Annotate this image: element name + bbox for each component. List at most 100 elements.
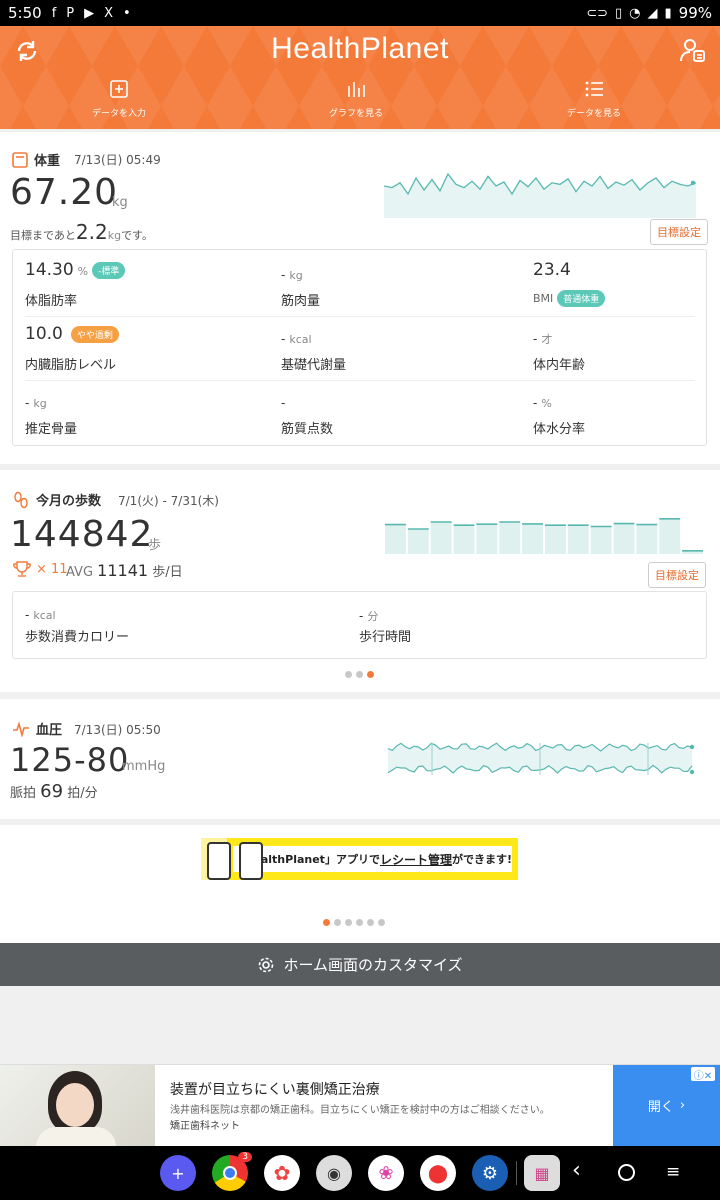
nav-view-graph[interactable]: グラフを見る: [281, 78, 431, 119]
camera-app-icon[interactable]: ◉: [316, 1155, 352, 1191]
settings-app-icon[interactable]: ⚙: [472, 1155, 508, 1191]
nav-view-data[interactable]: データを見る: [519, 78, 669, 119]
steps-page-dots[interactable]: [345, 671, 374, 678]
heartbeat-icon: [13, 720, 29, 737]
steps-goal-button[interactable]: 目標設定: [648, 562, 706, 588]
steps-bar: [545, 525, 566, 554]
sparkline-last-point: [690, 180, 696, 185]
metric-value: 10.0: [25, 324, 63, 344]
chrome-app-icon[interactable]: 3: [212, 1152, 252, 1191]
ad-source: 矯正歯科ネット: [170, 1121, 240, 1132]
bar-chart-icon: [348, 82, 365, 97]
metric-label: 内臓脂肪レベル: [25, 358, 117, 373]
user-settings-icon[interactable]: [678, 36, 708, 66]
promo-banner[interactable]: 「HealthPlanet」アプリで レシート管理 ができます!: [201, 838, 518, 880]
page-dot[interactable]: [356, 919, 363, 926]
phone-illustration: [201, 838, 263, 880]
dot-icon: •: [123, 5, 131, 21]
page-dot-active[interactable]: [323, 919, 330, 926]
weight-card[interactable]: 体重 7/13(日) 05:49 67.20 kg 目標まであと2.2kgです。…: [0, 132, 720, 464]
metric-cell: 10.0 やや過剰 内臓脂肪レベル: [25, 318, 265, 382]
metric-step-calories: - kcal 歩数消費カロリー: [25, 608, 130, 645]
nav-graph-label: グラフを見る: [328, 109, 383, 119]
steps-bar: [590, 526, 612, 554]
page-dot[interactable]: [345, 919, 352, 926]
metric-cell: -% 体水分率: [533, 382, 720, 446]
metric-value: -: [533, 396, 538, 410]
bp-chart: [387, 742, 695, 775]
metric-value: -: [281, 396, 286, 410]
page-dot[interactable]: [367, 919, 374, 926]
goal-remaining: 目標まであと2.2kgです。: [10, 220, 153, 244]
metric-cell: - 筋質点数: [281, 382, 521, 446]
steps-bar: [636, 524, 658, 554]
chevron-right-icon: ›: [679, 1098, 686, 1113]
steps-bar: [385, 524, 406, 554]
steps-bar: [613, 523, 635, 554]
metric-label: BMI: [533, 292, 554, 305]
ad-info-icon[interactable]: ⓘ✕: [691, 1067, 715, 1082]
blood-pressure-card[interactable]: 血圧 7/13(日) 05:50 125-80 mmHg 脈拍 69 拍/分: [0, 699, 720, 819]
status-badge: -標準: [92, 261, 126, 279]
steps-bar-chart: [385, 518, 703, 554]
bp-last-point: [689, 744, 695, 750]
nav-input-label: データを入力: [91, 109, 146, 119]
trophy-count: × 11: [12, 560, 68, 578]
steps-avg: AVG 11141 歩/日: [66, 561, 183, 580]
metric-value: 14.30: [25, 260, 74, 280]
page-dot[interactable]: [345, 671, 352, 678]
nav-input-data[interactable]: データを入力: [44, 78, 194, 119]
home-button[interactable]: [618, 1164, 635, 1181]
page-dot[interactable]: [334, 919, 341, 926]
ad-image: [0, 1065, 155, 1147]
photos-app-icon[interactable]: ✿: [264, 1155, 300, 1191]
ad-description: 浅井歯科医院は京都の矯正歯科。目立ちにくい矯正を検討中の方はご相談ください。: [170, 1105, 550, 1116]
list-icon: [585, 81, 603, 97]
messenger-app-icon[interactable]: +: [160, 1155, 196, 1191]
metric-cell: 23.4 BMI 普通体重: [533, 254, 720, 318]
steps-bar: [499, 522, 521, 554]
banner-text: 「HealthPlanet」アプリで レシート管理 ができます!: [233, 846, 512, 872]
scale-icon: [12, 151, 28, 168]
banner-page-dots[interactable]: [323, 919, 385, 926]
steps-metrics-grid: - kcal 歩数消費カロリー -分 歩行時間: [12, 591, 707, 659]
bixby-app-icon[interactable]: ❀: [368, 1155, 404, 1191]
trophy-icon: [13, 561, 31, 577]
metric-cell: - kcal 基礎代謝量: [281, 318, 521, 382]
steps-bar: [659, 518, 681, 554]
link-icon: ⊂⊃: [586, 5, 608, 21]
customize-home-button[interactable]: ホーム画面のカスタマイズ: [0, 943, 720, 986]
weight-value: 67.20: [10, 172, 119, 213]
app-drawer-icon[interactable]: ▦: [524, 1155, 560, 1191]
steps-bar: [407, 529, 429, 554]
metric-value: 23.4: [533, 260, 571, 280]
metric-value: -: [25, 396, 30, 410]
page-dot[interactable]: [378, 919, 385, 926]
gear-icon: [259, 957, 274, 972]
metric-value: -: [281, 268, 286, 282]
metric-unit: kcal: [289, 333, 312, 346]
metric-value: -: [533, 332, 538, 346]
back-button[interactable]: ‹: [572, 1158, 581, 1183]
steps-card[interactable]: 今月の歩数 7/1(火) - 7/31(木) 144842 歩 × 11 AVG…: [0, 470, 720, 692]
page-dot-active[interactable]: [367, 671, 374, 678]
metric-unit: 才: [541, 333, 553, 346]
recents-button[interactable]: ≡: [666, 1162, 680, 1182]
metric-label: 体脂肪率: [25, 294, 78, 309]
page-dot[interactable]: [356, 671, 363, 678]
steps-title: 今月の歩数: [12, 490, 101, 509]
weight-date: 7/13(日) 05:49: [74, 153, 161, 167]
vibrate-icon: ▯: [615, 5, 623, 21]
steps-bar: [453, 525, 475, 554]
status-bar: 5:50 f P ▶ X • ⊂⊃ ▯ ◔ ◢ ▮ 99%: [0, 0, 720, 26]
youtube-icon: ▶: [84, 5, 95, 21]
wifi-icon: ◔: [629, 5, 641, 21]
weight-goal-button[interactable]: 目標設定: [650, 219, 708, 245]
metric-cell: - 才体内年齢: [533, 318, 720, 382]
notification-badge: 3: [238, 1152, 252, 1162]
ad-banner[interactable]: 装置が目立ちにくい裏側矯正治療 浅井歯科医院は京都の矯正歯科。目立ちにくい矯正を…: [0, 1064, 720, 1147]
maps-app-icon[interactable]: ⬤: [420, 1155, 456, 1191]
bp-unit: mmHg: [122, 759, 166, 774]
battery-percent: 99%: [678, 4, 712, 22]
metric-cell: - kg 筋肉量: [281, 254, 521, 318]
